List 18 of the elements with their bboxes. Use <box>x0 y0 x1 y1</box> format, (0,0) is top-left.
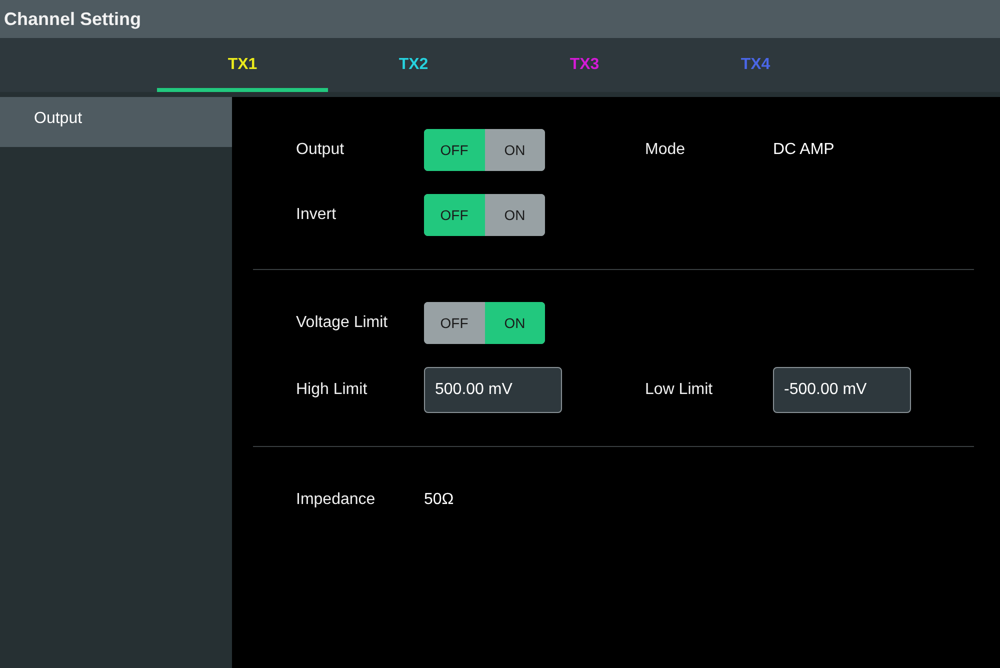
input-field[interactable]: -500.00 mV <box>773 367 911 413</box>
setting-label: Mode <box>645 141 686 159</box>
setting-label: Output <box>296 141 346 159</box>
toggle-option[interactable]: OFF <box>424 194 484 236</box>
input-field[interactable]: 500.00 mV <box>424 367 562 413</box>
window-title: Channel Setting <box>4 8 142 30</box>
setting-value: DC AMP <box>773 141 834 158</box>
setting-label: Low Limit <box>645 381 714 399</box>
toggle-option[interactable]: ON <box>484 302 545 344</box>
setting-label: Invert <box>296 206 338 224</box>
channel-tab[interactable]: TX1 <box>157 38 328 92</box>
toggle-option[interactable]: OFF <box>424 129 484 171</box>
channel-tab[interactable]: TX2 <box>328 38 499 92</box>
setting-label: Impedance <box>296 491 376 509</box>
setting-label: Voltage Limit <box>296 314 389 332</box>
setting-value: 50Ω <box>424 491 454 508</box>
sidebar-item[interactable]: Output <box>0 97 232 147</box>
setting-label: High Limit <box>296 381 368 399</box>
